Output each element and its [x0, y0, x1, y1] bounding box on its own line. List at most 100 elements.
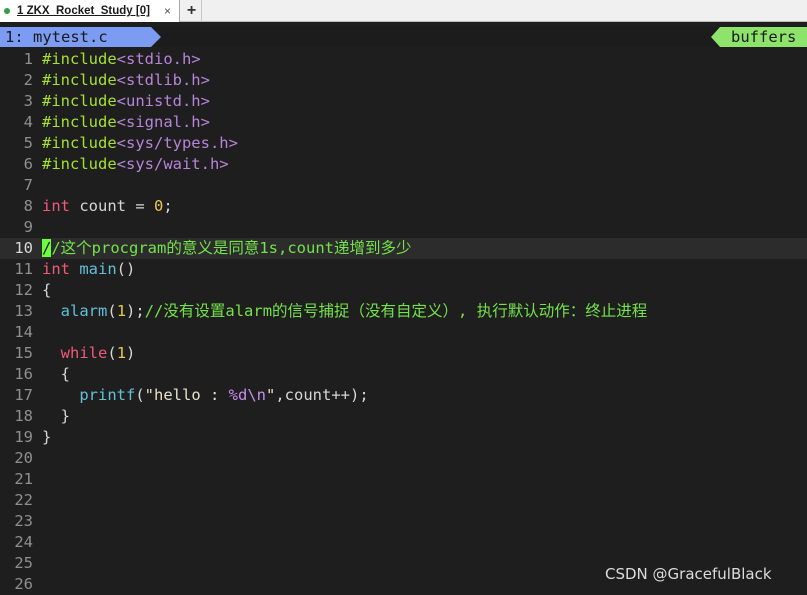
code-line[interactable]: 10 //这个procgram的意义是同意1s,count递增到多少	[0, 238, 807, 259]
code-line[interactable]: 4 #include<signal.h>	[0, 112, 807, 133]
buffers-label: buffers	[720, 27, 807, 47]
code-token: 1	[116, 302, 127, 320]
code-line[interactable]: 23	[0, 511, 807, 532]
code-line[interactable]: 18 }	[0, 406, 807, 427]
code-lines[interactable]: 1 #include<stdio.h> 2 #include<stdlib.h> 3 #i…	[0, 49, 807, 595]
code-line[interactable]: 13 alarm(1);//没有设置alarm的信号捕捉（没有自定义）, 执行默…	[0, 301, 807, 322]
code-token: while	[60, 344, 108, 362]
code-token: ,count++);	[275, 386, 369, 404]
code-line[interactable]: 1 #include<stdio.h>	[0, 49, 807, 70]
code-token: main	[79, 260, 117, 278]
code-line[interactable]: 9	[0, 217, 807, 238]
code-line[interactable]: 21	[0, 469, 807, 490]
code-token: #include	[42, 113, 117, 131]
code-line[interactable]: 22	[0, 490, 807, 511]
current-buffer-tab[interactable]: 1: mytest.c	[0, 27, 151, 47]
vim-editor[interactable]: 1: mytest.c buffers 1 #include<stdio.h> 2 #…	[0, 22, 807, 593]
code-line[interactable]: 6 #include<sys/wait.h>	[0, 154, 807, 175]
line-code[interactable]: printf("hello : %d\n",count++);	[42, 385, 369, 406]
line-code[interactable]: #include<stdio.h>	[42, 49, 201, 70]
line-code[interactable]: while(1)	[42, 343, 136, 364]
close-tab-icon[interactable]: ×	[164, 0, 171, 22]
code-token: )	[126, 344, 136, 362]
line-code[interactable]: #include<unistd.h>	[42, 91, 210, 112]
line-code[interactable]: #include<sys/types.h>	[42, 133, 238, 154]
code-token: {	[42, 281, 52, 299]
new-tab-button[interactable]: +	[182, 0, 202, 22]
line-number: 2	[23, 71, 33, 89]
code-token: );	[126, 302, 145, 320]
code-token: <signal.h>	[116, 113, 210, 131]
code-token: %d\n	[228, 386, 266, 404]
line-code[interactable]: #include<stdlib.h>	[42, 70, 210, 91]
code-token: <sys/types.h>	[116, 134, 238, 152]
code-line[interactable]: 3 #include<unistd.h>	[0, 91, 807, 112]
code-line[interactable]: 14	[0, 322, 807, 343]
code-token: int	[42, 197, 70, 215]
code-line[interactable]: 15 while(1)	[0, 343, 807, 364]
line-number: 24	[14, 533, 33, 551]
code-token: "hello :	[144, 386, 229, 404]
code-token: count =	[70, 197, 154, 215]
buffer-separator-arrow-icon	[151, 27, 161, 47]
code-token: #include	[42, 92, 117, 110]
line-number: 9	[23, 218, 33, 236]
line-number: 10	[14, 239, 33, 257]
line-number: 16	[14, 365, 33, 383]
code-token: }	[42, 428, 52, 446]
code-line[interactable]: 12 {	[0, 280, 807, 301]
code-token: /这个procgram的意义是同意1s,count递增到多少	[51, 239, 412, 257]
code-line[interactable]: 8 int count = 0;	[0, 196, 807, 217]
code-token: #include	[42, 134, 117, 152]
code-token: #include	[42, 71, 117, 89]
code-token: ;	[163, 197, 173, 215]
status-dot-icon	[4, 8, 10, 14]
line-code[interactable]: //这个procgram的意义是同意1s,count递增到多少	[42, 238, 412, 259]
code-line[interactable]: 11 int main()	[0, 259, 807, 280]
line-number: 8	[23, 197, 33, 215]
code-token: #include	[42, 50, 117, 68]
line-code[interactable]: #include<sys/wait.h>	[42, 154, 229, 175]
line-number: 19	[14, 428, 33, 446]
code-line[interactable]: 19}	[0, 427, 807, 448]
line-code[interactable]: }	[42, 427, 51, 448]
code-line[interactable]: 24	[0, 532, 807, 553]
code-token: <sys/wait.h>	[116, 155, 229, 173]
line-code[interactable]: int main()	[42, 259, 135, 280]
code-token: ()	[116, 260, 136, 278]
buffer-line: 1: mytest.c buffers	[0, 27, 807, 47]
code-token: {	[42, 365, 70, 383]
code-line[interactable]: 20	[0, 448, 807, 469]
line-number: 6	[23, 155, 33, 173]
code-token: //没有设置alarm的信号捕捉（没有自定义）, 执行默认动作：终止进程	[144, 302, 648, 320]
line-number: 11	[14, 260, 33, 278]
code-token: <stdlib.h>	[116, 71, 210, 89]
text-cursor: /	[42, 239, 52, 257]
code-token: 1	[116, 344, 127, 362]
line-code[interactable]: int count = 0;	[42, 196, 173, 217]
code-line[interactable]: 5 #include<sys/types.h>	[0, 133, 807, 154]
line-number: 22	[14, 491, 33, 509]
line-code[interactable]: #include<signal.h>	[42, 112, 210, 133]
line-number: 17	[14, 386, 33, 404]
code-line[interactable]: 16 {	[0, 364, 807, 385]
code-token: }	[42, 407, 70, 425]
line-code[interactable]: {	[42, 280, 51, 301]
session-tab[interactable]: 1 ZKX_Rocket_Study [0] ×	[0, 0, 180, 22]
line-code[interactable]: }	[42, 406, 70, 427]
tab-title[interactable]: 1 ZKX_Rocket_Study [0]	[17, 0, 150, 22]
code-token: alarm	[60, 302, 108, 320]
buffers-label-arrow-icon	[711, 27, 720, 47]
line-code[interactable]: {	[42, 364, 70, 385]
line-code[interactable]: alarm(1);//没有设置alarm的信号捕捉（没有自定义）, 执行默认动作…	[42, 301, 648, 322]
code-line[interactable]: 2 #include<stdlib.h>	[0, 70, 807, 91]
line-number: 13	[14, 302, 33, 320]
line-number: 14	[14, 323, 33, 341]
line-number: 15	[14, 344, 33, 362]
line-number: 25	[14, 554, 33, 572]
code-line[interactable]: 7	[0, 175, 807, 196]
code-token: <unistd.h>	[116, 92, 210, 110]
code-line[interactable]: 17 printf("hello : %d\n",count++);	[0, 385, 807, 406]
